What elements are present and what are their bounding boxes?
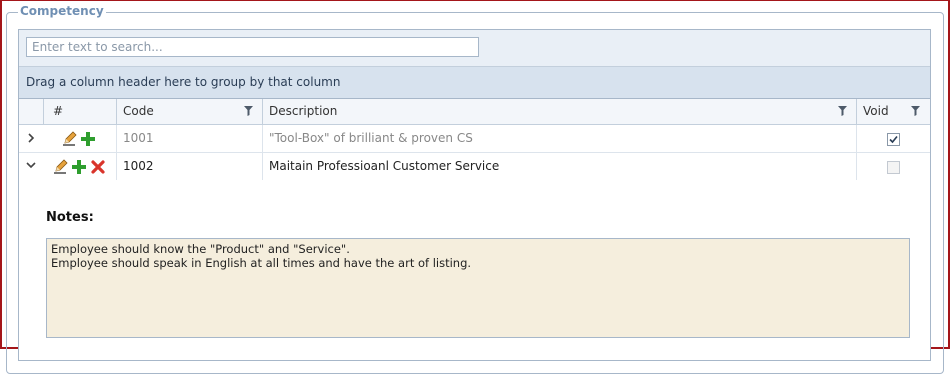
header-code[interactable]: Code <box>117 99 263 124</box>
notes-label: Notes: <box>46 210 94 225</box>
row-detail-panel: Notes: Employee should know the "Product… <box>19 180 930 360</box>
row-code: 1001 <box>117 125 263 152</box>
chevron-down-icon[interactable] <box>19 153 43 180</box>
header-description[interactable]: Description <box>263 99 857 124</box>
row-code: 1002 <box>117 153 263 180</box>
group-by-panel[interactable]: Drag a column header here to group by th… <box>19 67 930 99</box>
row-description: "Tool-Box" of brilliant & proven CS <box>263 125 857 152</box>
header-expand-column <box>19 99 44 124</box>
search-input[interactable] <box>26 37 479 57</box>
table-row[interactable]: 1001 "Tool-Box" of brilliant & proven CS <box>19 125 930 153</box>
plus-icon[interactable] <box>71 159 87 175</box>
close-icon[interactable] <box>90 159 106 175</box>
table-row[interactable]: 1002 Maitain Professioanl Customer Servi… <box>19 153 930 181</box>
header-code-label: Code <box>123 104 154 118</box>
filter-icon[interactable] <box>838 106 847 116</box>
void-checkbox[interactable] <box>887 133 900 146</box>
header-void[interactable]: Void <box>857 99 930 124</box>
header-hash[interactable]: # <box>44 99 117 124</box>
pencil-icon[interactable] <box>61 131 77 147</box>
row-actions <box>44 125 117 152</box>
notes-textarea[interactable]: Employee should know the "Product" and "… <box>46 238 910 338</box>
plus-icon[interactable] <box>80 131 96 147</box>
filter-icon[interactable] <box>244 106 253 116</box>
header-hash-label: # <box>53 104 64 118</box>
fieldset-legend: Competency <box>18 4 106 18</box>
search-bar <box>19 30 930 67</box>
chevron-right-icon[interactable] <box>19 125 43 152</box>
header-void-label: Void <box>863 104 889 118</box>
void-checkbox[interactable] <box>887 161 900 174</box>
competency-grid: Drag a column header here to group by th… <box>18 29 931 361</box>
grid-header: # Code Description Void <box>19 99 930 125</box>
pencil-icon[interactable] <box>52 159 68 175</box>
row-description: Maitain Professioanl Customer Service <box>263 153 857 180</box>
row-void <box>857 153 930 180</box>
row-void <box>857 125 930 152</box>
filter-icon[interactable] <box>911 106 920 116</box>
row-actions <box>44 153 117 180</box>
header-description-label: Description <box>269 104 338 118</box>
